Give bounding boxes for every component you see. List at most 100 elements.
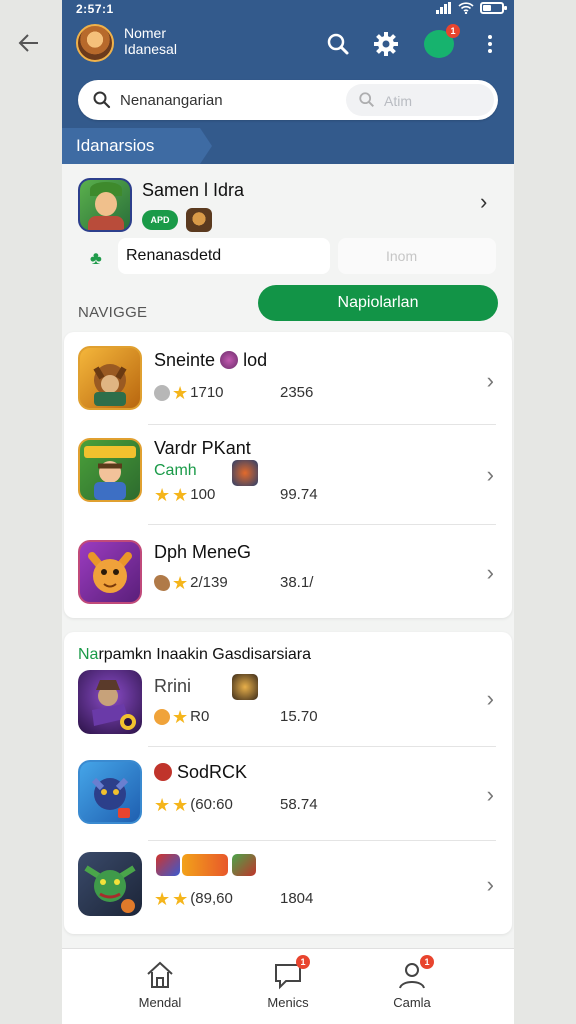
app-rating: ★ 1710 <box>154 382 224 403</box>
chevron-right-icon[interactable]: › <box>487 782 494 808</box>
bottom-navigation: Mendal 1 Menics 1 Camla <box>62 948 514 1024</box>
home-icon <box>144 959 176 991</box>
cookie-icon <box>154 574 170 591</box>
featured-block: Samen l Idra APD › ♣ Renanasdetd Inom <box>62 164 514 288</box>
search-icon[interactable] <box>324 30 352 58</box>
profile-avatar[interactable] <box>76 24 114 62</box>
featured-field[interactable]: Renanasdetd <box>118 238 330 274</box>
app-thumbnail <box>156 854 180 876</box>
nav-section-label: NAVIGGE <box>78 304 148 321</box>
nav-messages-label: Menics <box>267 995 309 1010</box>
search-icon <box>93 91 111 109</box>
star-icon: ★ <box>172 794 189 815</box>
star-icon: ★ <box>172 888 189 909</box>
chevron-right-icon[interactable]: › <box>487 462 494 488</box>
app-thumbnail <box>182 854 228 876</box>
chevron-right-icon[interactable]: › <box>487 560 494 586</box>
featured-mini-avatar <box>186 208 212 232</box>
gear-icon[interactable] <box>372 30 400 58</box>
app-icon-dragon <box>78 760 142 824</box>
primary-action-button[interactable]: Napiolarlan <box>258 285 498 321</box>
chat-icon[interactable]: 1 <box>422 24 460 60</box>
app-rating: ★ ★ (60:60 <box>154 794 233 815</box>
list-item[interactable]: Sneinte lod ★ 1710 2356 › <box>64 332 512 428</box>
star-icon: ★ <box>172 706 189 727</box>
app-thumbnail <box>232 854 256 876</box>
app-list-card-1: Sneinte lod ★ 1710 2356 › Vardr PKant Ca… <box>64 332 512 618</box>
app-title: Sneinte lod <box>154 350 268 370</box>
profile-subtitle: Idanesal <box>124 41 177 57</box>
app-header: 2:57:1 Nomer Idanesal 1 Nenanangarian At… <box>62 0 514 164</box>
app-rating: ★ ★ 100 <box>154 484 216 505</box>
search-icon <box>359 92 375 108</box>
app-title: Rrini <box>154 676 192 696</box>
app-title: SodRCK <box>154 762 247 783</box>
status-time: 2:57:1 <box>76 2 114 16</box>
star-icon: ★ <box>154 484 171 505</box>
list-item[interactable]: Dph MeneG ★ 2/139 38.1/ › <box>64 526 512 622</box>
list-item[interactable]: ★ ★ (89,60 1804 › <box>64 842 512 938</box>
clover-icon: ♣ <box>90 248 102 268</box>
star-icon: ★ <box>172 484 189 505</box>
app-list-card-2: Narpamkn Inaakin Gasdisarsiara Rrini ★ R… <box>64 632 512 934</box>
section-title: Narpamkn Inaakin Gasdisarsiara <box>78 646 311 663</box>
featured-field-secondary-placeholder: Inom <box>386 248 418 264</box>
app-thumbnail <box>232 674 258 700</box>
app-rating: ★ ★ (89,60 <box>154 888 233 909</box>
list-item[interactable]: Vardr PKant Camh ★ ★ 100 99.74 › <box>64 426 512 522</box>
coin-icon <box>154 384 170 401</box>
nav-profile-label: Camla <box>393 995 431 1010</box>
battery-icon <box>480 2 507 14</box>
phone-screen: 2:57:1 Nomer Idanesal 1 Nenanangarian At… <box>62 0 514 1024</box>
featured-title: Samen l Idra <box>142 180 245 200</box>
chevron-right-icon[interactable]: › <box>480 191 496 213</box>
star-icon: ★ <box>172 382 189 403</box>
app-thumbnail <box>232 460 258 486</box>
section-tag: Idanarsios <box>62 128 212 164</box>
profile-icon: 1 <box>396 955 434 991</box>
app-value: 2356 <box>280 384 314 401</box>
app-icon-rogue <box>78 670 142 734</box>
chevron-right-icon[interactable]: › <box>487 872 494 898</box>
status-bar: 2:57:1 <box>62 0 514 20</box>
nav-home-label: Mendal <box>138 995 182 1010</box>
app-icon-warrior <box>78 438 142 502</box>
chat-badge: 1 <box>446 24 460 38</box>
back-arrow-icon[interactable] <box>16 30 42 56</box>
app-icon-cat <box>78 540 142 604</box>
star-icon: ★ <box>154 888 171 909</box>
app-value: 1804 <box>280 890 314 907</box>
app-value: 15.70 <box>280 708 318 725</box>
chevron-right-icon[interactable]: › <box>487 368 494 394</box>
secondary-search-field[interactable]: Atim <box>346 84 494 116</box>
featured-pill: APD <box>142 210 178 230</box>
list-item[interactable]: SodRCK ★ ★ (60:60 58.74 › <box>64 748 512 844</box>
app-rating: ★ R0 <box>154 706 209 727</box>
app-title: Dph MeneG <box>154 542 252 562</box>
star-icon: ★ <box>154 794 171 815</box>
app-icon-fox <box>78 346 142 410</box>
featured-app-icon[interactable] <box>78 178 132 232</box>
app-value: 99.74 <box>280 486 318 503</box>
app-value: 38.1/ <box>280 574 314 591</box>
profile-name: Nomer <box>124 25 167 41</box>
more-options-icon[interactable] <box>476 30 504 58</box>
nav-messages-badge: 1 <box>296 955 310 969</box>
featured-field-secondary[interactable]: Inom <box>338 238 496 274</box>
star-icon: ★ <box>172 572 189 593</box>
secondary-search-placeholder: Atim <box>384 93 412 109</box>
nav-home[interactable]: Mendal <box>110 959 210 1010</box>
signal-icon <box>436 2 452 14</box>
nav-messages[interactable]: 1 Menics <box>238 955 338 1010</box>
app-icon-goblin <box>78 852 142 916</box>
nav-profile-badge: 1 <box>420 955 434 969</box>
app-value: 58.74 <box>280 796 318 813</box>
chat-icon: 1 <box>272 955 310 991</box>
search-input[interactable]: Nenanangarian <box>120 92 223 109</box>
chevron-right-icon[interactable]: › <box>487 686 494 712</box>
app-subtitle: Camh <box>154 462 197 479</box>
featured-field-value: Renanasdetd <box>126 247 222 264</box>
nav-profile[interactable]: 1 Camla <box>362 955 462 1010</box>
search-bar[interactable]: Nenanangarian Atim <box>78 80 498 120</box>
coin-icon <box>154 708 170 725</box>
